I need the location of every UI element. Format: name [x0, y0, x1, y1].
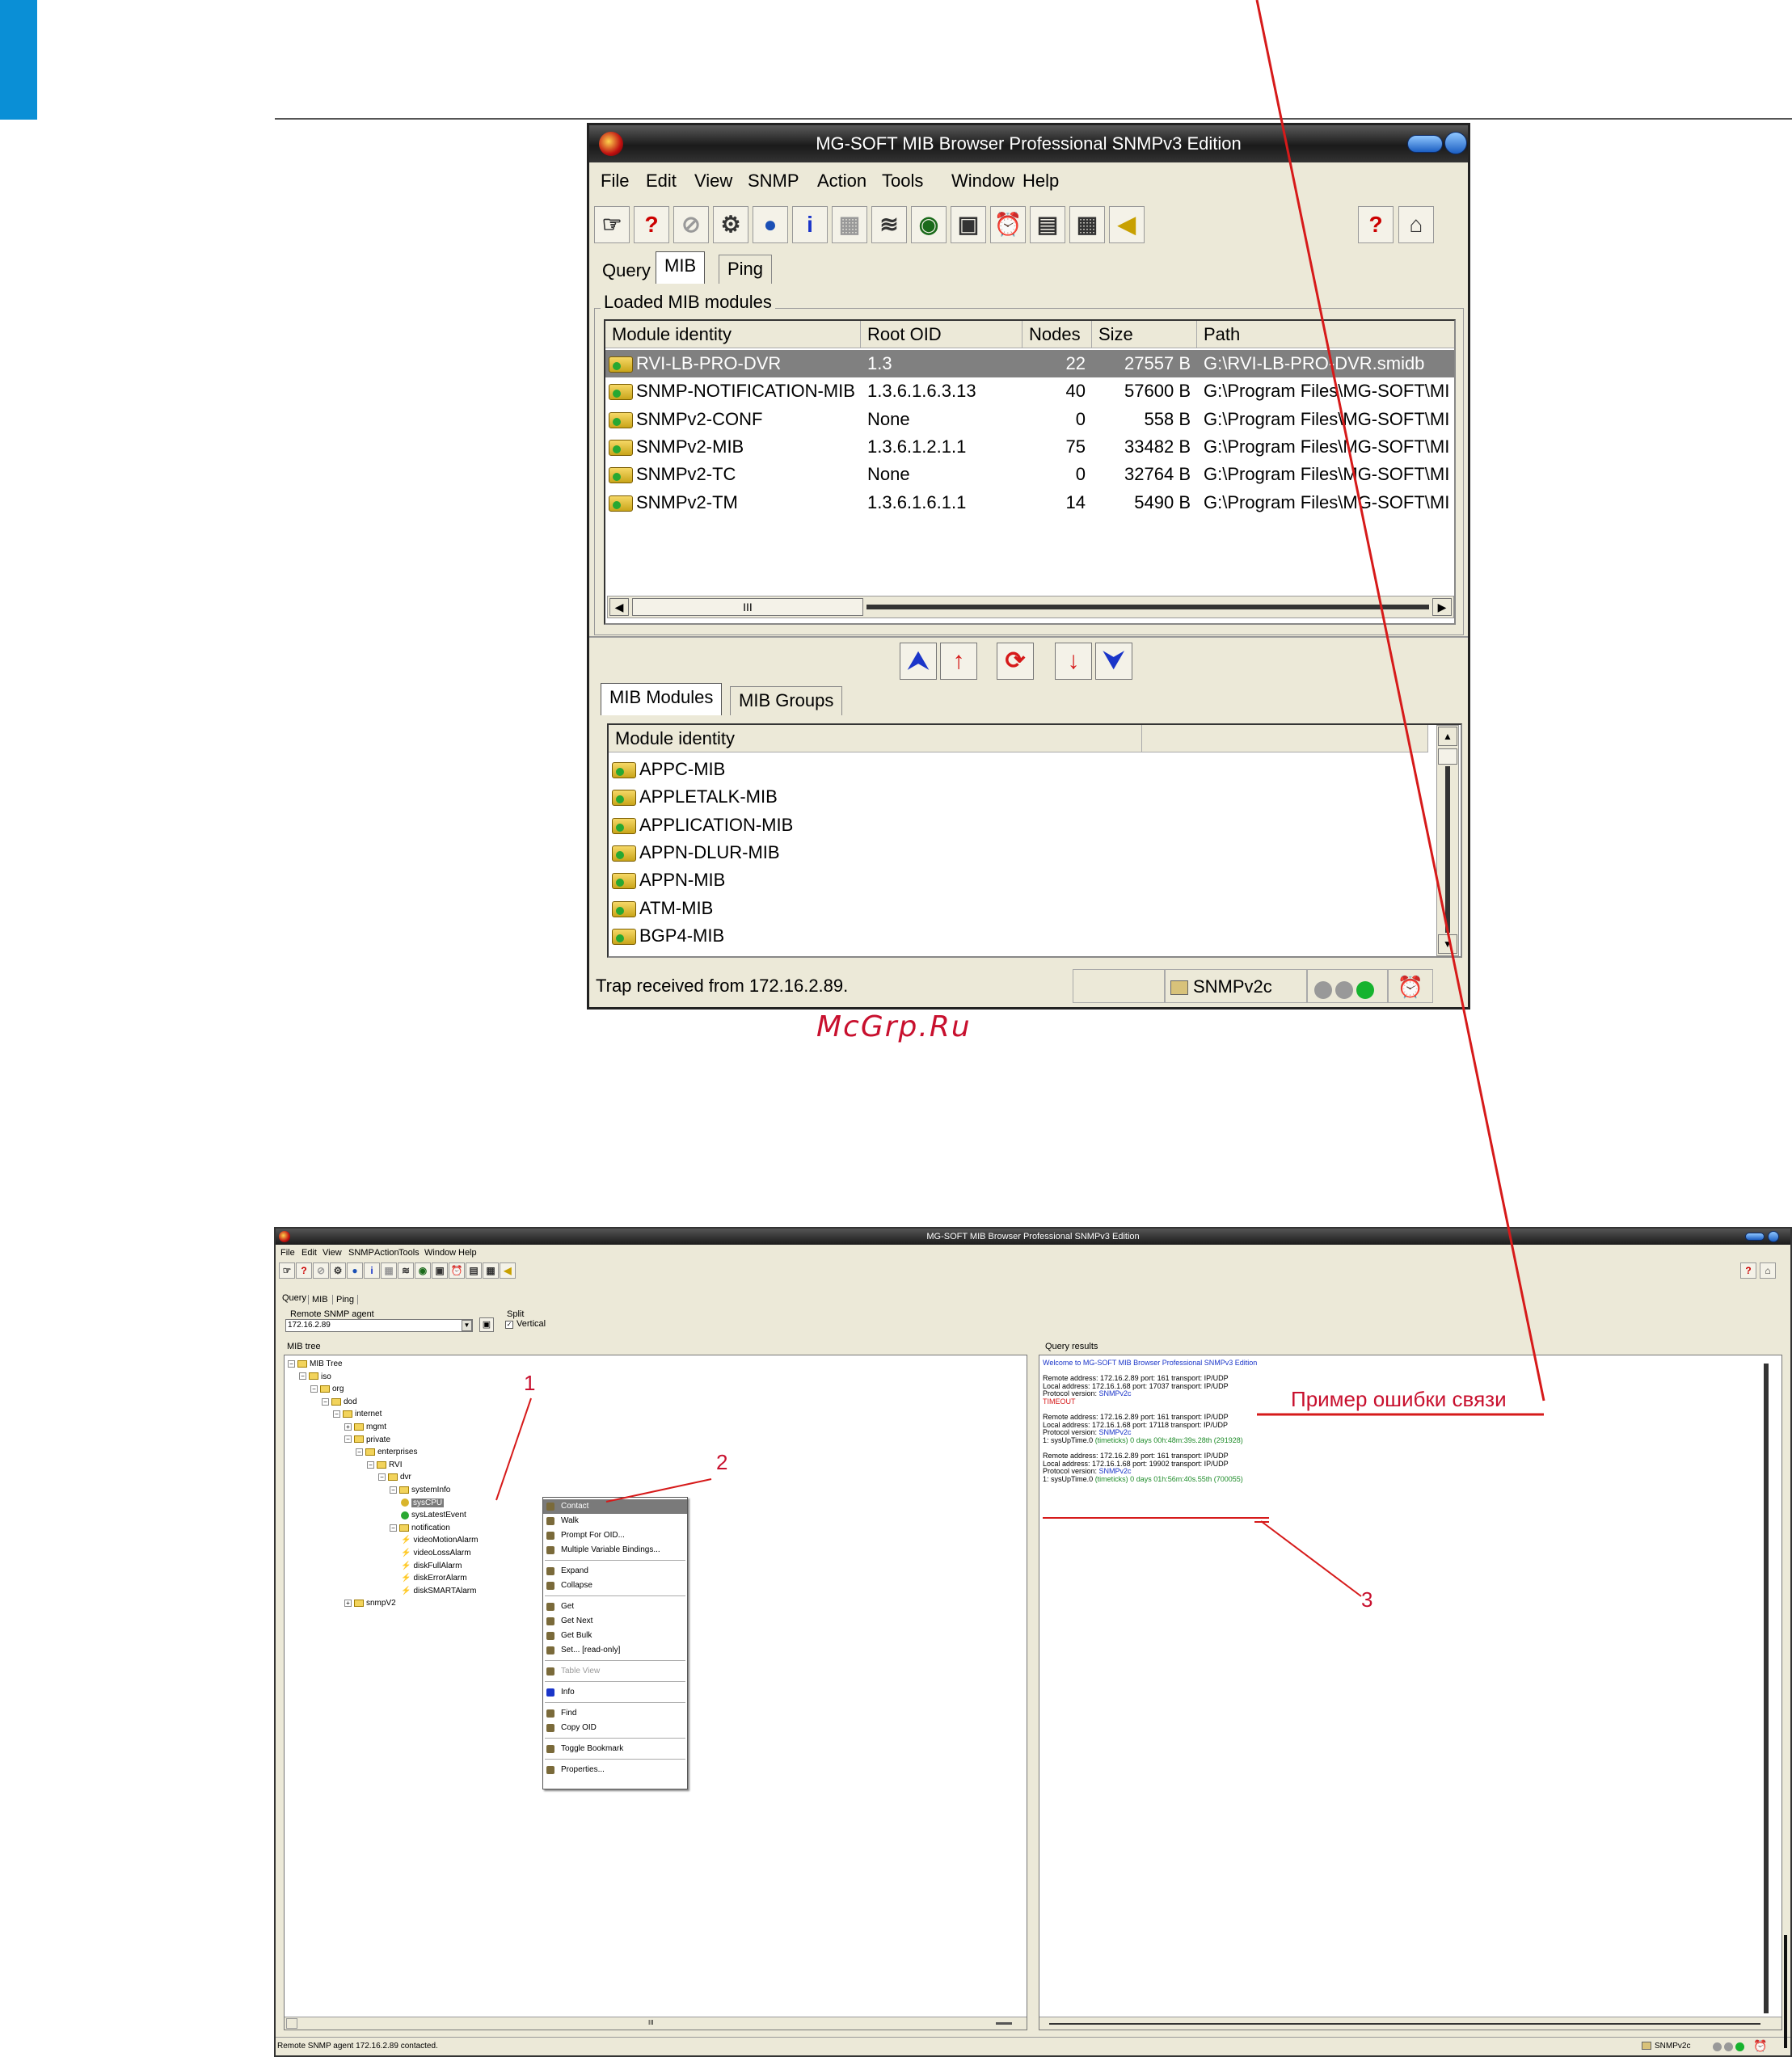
callout-line-2: [605, 1478, 712, 1503]
callout-line-3: [1260, 1520, 1362, 1597]
callout-line-1: [495, 1397, 532, 1501]
annotation-title: Пример ошибки связи: [1291, 1387, 1507, 1411]
callout-3: 3: [1361, 1587, 1373, 1612]
annotation-layer: [495, 0, 1545, 1597]
callout-2: 2: [716, 1450, 728, 1474]
page-edge-mark: [1784, 1935, 1787, 2048]
callout-1: 1: [524, 1371, 536, 1395]
error-underline: [1255, 0, 1545, 1402]
